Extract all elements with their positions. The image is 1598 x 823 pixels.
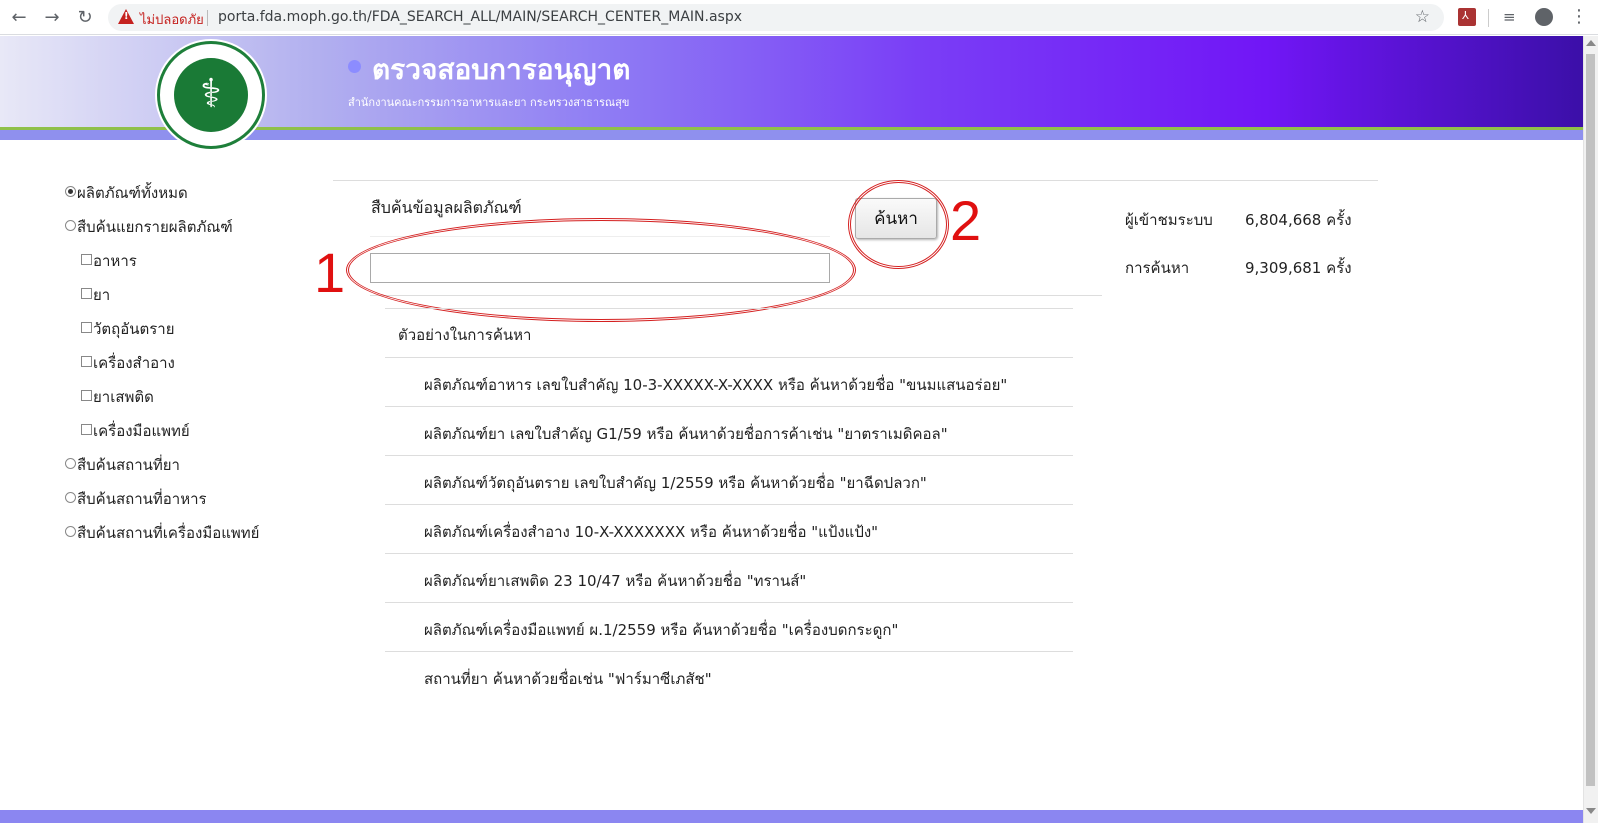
checkbox-icon[interactable] [81, 390, 92, 401]
example-item: ผลิตภัณฑ์อาหาร เลขใบสำคัญ 10-3-XXXXX-X-X… [424, 376, 1008, 394]
annotation-number-1: 1 [314, 241, 346, 304]
sidebar-item-label: วัตถุอันตราย [93, 320, 175, 338]
sidebar-item-label: อาหาร [93, 252, 137, 270]
page-subtitle: สำนักงานคณะกรรมการอาหารและยา กระทรวงสาธา… [348, 96, 630, 109]
visitors-label: ผู้เข้าชมระบบ [1125, 211, 1213, 229]
row-divider [385, 455, 1073, 456]
footer-bar [0, 810, 1583, 823]
sidebar-item-label: สืบค้นแยกรายผลิตภัณฑ์ [77, 218, 233, 236]
sidebar-item-drug-premises[interactable]: สืบค้นสถานที่ยา [65, 453, 180, 477]
row-divider [385, 553, 1073, 554]
example-item: ผลิตภัณฑ์เครื่องสำอาง 10-X-XXXXXXX หรือ … [424, 523, 879, 541]
radio-button-icon[interactable] [65, 492, 76, 503]
title-bullet-icon [348, 60, 361, 73]
row-divider [385, 357, 1073, 358]
radio-button-icon[interactable] [65, 220, 76, 231]
row-divider [385, 406, 1073, 407]
address-divider [207, 10, 208, 26]
ministry-logo: ⚕ [157, 41, 265, 149]
scroll-down-icon[interactable] [1586, 808, 1596, 814]
examples-top-divider [385, 308, 1073, 309]
sidebar-item-label: สืบค้นสถานที่อาหาร [77, 490, 207, 508]
search-label: สืบค้นข้อมูลผลิตภัณฑ์ [371, 198, 522, 217]
example-item: ผลิตภัณฑ์วัตถุอันตราย เลขใบสำคัญ 1/2559 … [424, 474, 927, 492]
searches-label: การค้นหา [1125, 259, 1190, 277]
sidebar-item-label: ผลิตภัณฑ์ทั้งหมด [77, 184, 188, 202]
scrollbar-thumb[interactable] [1586, 54, 1595, 786]
radio-button-icon[interactable] [65, 526, 76, 537]
back-arrow-icon[interactable]: ← [8, 7, 30, 29]
examples-title: ตัวอย่างในการค้นหา [398, 326, 532, 344]
sidebar-item-food-premises[interactable]: สืบค้นสถานที่อาหาร [65, 487, 207, 511]
checkbox-icon[interactable] [81, 356, 92, 367]
top-divider [333, 180, 1378, 181]
searches-count: 9,309,681 ครั้ง [1245, 259, 1352, 277]
example-item: ผลิตภัณฑ์ยาเสพติด 23 10/47 หรือ ค้นหาด้ว… [424, 572, 807, 590]
sidebar-item-food[interactable]: อาหาร [81, 249, 137, 273]
url-text[interactable]: porta.fda.moph.go.th/FDA_SEARCH_ALL/MAIN… [218, 9, 742, 25]
sidebar-item-hazardous[interactable]: วัตถุอันตราย [81, 317, 175, 341]
sidebar-item-label: สืบค้นสถานที่เครื่องมือแพทย์ [77, 524, 260, 542]
security-label[interactable]: ไม่ปลอดภัย [140, 9, 204, 30]
sidebar-item-narcotics[interactable]: ยาเสพติด [81, 385, 154, 409]
sidebar-item-label: เครื่องมือแพทย์ [93, 422, 190, 440]
warning-icon [118, 9, 134, 24]
pdf-extension-icon[interactable] [1458, 8, 1476, 26]
caduceus-icon: ⚕ [174, 58, 248, 132]
row-divider [385, 651, 1073, 652]
scroll-up-icon[interactable] [1586, 40, 1596, 46]
example-item: ผลิตภัณฑ์ยา เลขใบสำคัญ G1/59 หรือ ค้นหาด… [424, 425, 948, 443]
bookmark-star-icon[interactable]: ☆ [1415, 7, 1430, 27]
checkbox-icon[interactable] [81, 288, 92, 299]
checkbox-icon[interactable] [81, 322, 92, 333]
sidebar-item-all-products[interactable]: ผลิตภัณฑ์ทั้งหมด [65, 181, 188, 205]
example-item: สถานที่ยา ค้นหาด้วยชื่อเช่น "ฟาร์มาซีเภส… [424, 670, 712, 688]
sidebar-item-search-by-product[interactable]: สืบค้นแยกรายผลิตภัณฑ์ [65, 215, 233, 239]
page-title: ตรวจสอบการอนุญาต [372, 53, 631, 86]
radio-button-icon[interactable] [65, 458, 76, 469]
reload-icon[interactable]: ↻ [74, 7, 96, 29]
forward-arrow-icon[interactable]: → [41, 7, 63, 29]
media-control-icon[interactable]: ≡ [1503, 8, 1521, 26]
sidebar-item-drug[interactable]: ยา [81, 283, 110, 307]
toolbar-divider [1488, 9, 1489, 27]
sidebar-item-label: ยา [93, 286, 111, 304]
sidebar-item-label: ยาเสพติด [93, 388, 154, 406]
browser-toolbar: ← → ↻ ไม่ปลอดภัย porta.fda.moph.go.th/FD… [0, 0, 1598, 35]
address-bar[interactable]: ไม่ปลอดภัย porta.fda.moph.go.th/FDA_SEAR… [108, 4, 1444, 31]
row-divider [385, 602, 1073, 603]
checkbox-icon[interactable] [81, 424, 92, 435]
sidebar-item-medical-devices[interactable]: เครื่องมือแพทย์ [81, 419, 190, 443]
visitors-count: 6,804,668 ครั้ง [1245, 211, 1352, 229]
annotation-circle [848, 180, 949, 269]
sidebar-item-label: เครื่องสำอาง [93, 354, 175, 372]
sidebar-item-label: สืบค้นสถานที่ยา [77, 456, 180, 474]
more-menu-icon[interactable]: ⋮ [1570, 8, 1588, 26]
profile-avatar-icon[interactable] [1535, 8, 1553, 26]
row-divider [385, 504, 1073, 505]
annotation-number-2: 2 [950, 189, 982, 252]
annotation-ellipse [346, 218, 856, 322]
sidebar-item-device-premises[interactable]: สืบค้นสถานที่เครื่องมือแพทย์ [65, 521, 259, 545]
sidebar-item-cosmetics[interactable]: เครื่องสำอาง [81, 351, 175, 375]
example-item: ผลิตภัณฑ์เครื่องมือแพทย์ ผ.1/2559 หรือ ค… [424, 621, 899, 639]
radio-button-icon[interactable] [65, 186, 76, 197]
checkbox-icon[interactable] [81, 254, 92, 265]
